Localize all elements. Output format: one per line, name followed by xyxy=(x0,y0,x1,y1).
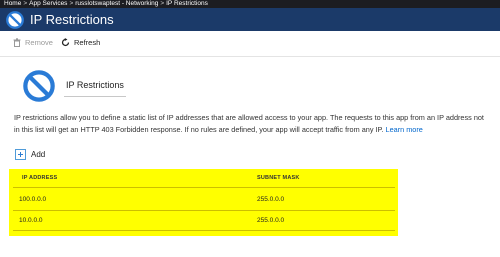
blade-header: IP Restrictions xyxy=(0,8,500,31)
refresh-label: Refresh xyxy=(74,38,101,47)
description: IP restrictions allow you to define a st… xyxy=(14,112,488,135)
breadcrumb-separator: > xyxy=(69,0,74,7)
learn-more-link[interactable]: Learn more xyxy=(386,125,423,134)
plus-icon xyxy=(15,149,26,160)
row-divider xyxy=(13,187,395,188)
remove-button[interactable]: Remove xyxy=(13,38,53,47)
breadcrumb-separator: > xyxy=(23,0,28,7)
table-cell-subnet: 255.0.0.0 xyxy=(257,196,285,203)
trash-icon xyxy=(13,38,21,47)
table-highlight xyxy=(9,169,398,236)
column-header-ip-address: IP ADDRESS xyxy=(22,175,58,181)
command-bar: Remove Refresh xyxy=(0,31,500,57)
add-label: Add xyxy=(31,150,46,159)
table-cell-subnet: 255.0.0.0 xyxy=(257,217,285,224)
table-cell-ip: 100.0.0.0 xyxy=(19,196,47,203)
breadcrumb-app-services[interactable]: App Services xyxy=(29,0,67,7)
breadcrumb-networking[interactable]: russlotswaptest - Networking xyxy=(75,0,158,7)
blade-title: IP Restrictions xyxy=(30,12,114,27)
row-divider xyxy=(13,210,395,211)
breadcrumb-separator: > xyxy=(160,0,165,7)
add-button[interactable]: Add xyxy=(15,149,45,160)
no-entry-icon xyxy=(23,70,55,102)
breadcrumb: Home > App Services > russlotswaptest - Netw… xyxy=(0,0,500,8)
breadcrumb-current: IP Restrictions xyxy=(166,0,208,7)
refresh-icon xyxy=(61,38,70,47)
divider xyxy=(64,96,126,97)
section-title: IP Restrictions xyxy=(66,80,124,90)
no-entry-icon xyxy=(6,11,24,29)
table-cell-ip: 10.0.0.0 xyxy=(19,217,43,224)
column-header-subnet-mask: SUBNET MASK xyxy=(257,175,300,181)
refresh-button[interactable]: Refresh xyxy=(61,38,100,47)
remove-label: Remove xyxy=(25,38,53,47)
breadcrumb-home[interactable]: Home xyxy=(4,0,21,7)
row-divider xyxy=(13,230,395,231)
